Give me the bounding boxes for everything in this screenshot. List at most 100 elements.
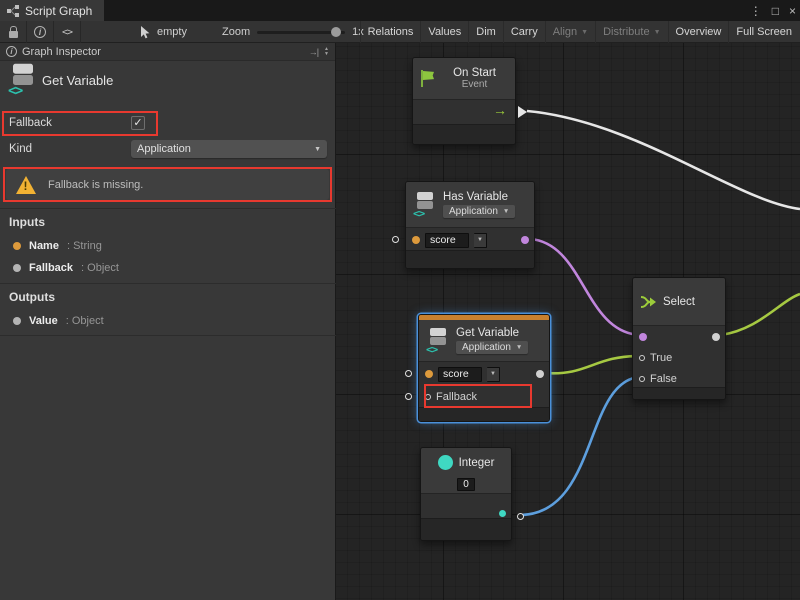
variable-name-dropdown[interactable]: ▼ bbox=[474, 233, 487, 248]
node-title: Has Variable bbox=[443, 191, 515, 203]
chevron-down-icon: ▼ bbox=[654, 29, 661, 36]
dim-button[interactable]: Dim bbox=[468, 21, 503, 43]
wire-on-start bbox=[527, 111, 800, 209]
false-input-port[interactable] bbox=[639, 376, 645, 382]
graph-inspector-header: i Graph Inspector →| ▲▼ bbox=[0, 43, 335, 61]
full-screen-button[interactable]: Full Screen bbox=[728, 21, 799, 43]
node-select[interactable]: Select True False bbox=[632, 277, 726, 400]
select-icon bbox=[640, 294, 657, 310]
distribute-button[interactable]: Distribute▼ bbox=[595, 21, 667, 43]
toolbar-buttons: Relations Values Dim Carry Align▼ Distri… bbox=[360, 21, 799, 43]
string-port-icon bbox=[13, 242, 21, 250]
inspector-toggle-button[interactable]: i bbox=[27, 21, 54, 43]
flow-output-port[interactable] bbox=[518, 106, 527, 118]
close-icon[interactable]: × bbox=[789, 4, 796, 18]
true-input-port[interactable] bbox=[639, 355, 645, 361]
chevron-down-icon: ▼ bbox=[581, 29, 588, 36]
variable-unit-icon: <> bbox=[8, 64, 38, 97]
zoom-slider-knob[interactable] bbox=[331, 27, 341, 37]
object-port-icon bbox=[13, 317, 21, 325]
selection-output-port[interactable] bbox=[712, 333, 720, 341]
variable-name-field[interactable]: score bbox=[438, 367, 482, 382]
info-icon: i bbox=[6, 46, 17, 57]
kind-dropdown-value: Application bbox=[137, 143, 191, 155]
maximize-icon[interactable]: □ bbox=[772, 4, 779, 18]
flag-icon bbox=[420, 70, 435, 87]
fallback-setting-row: Fallback ✓ bbox=[0, 111, 336, 135]
bool-output-port[interactable] bbox=[521, 236, 529, 244]
kind-setting-label: Kind bbox=[9, 143, 32, 155]
wire-get-variable-select bbox=[545, 356, 639, 373]
zoom-slider[interactable] bbox=[257, 31, 345, 34]
name-input-port[interactable] bbox=[425, 370, 433, 378]
scope-dropdown[interactable]: Application ▼ bbox=[443, 205, 515, 218]
node-on-start[interactable]: On Start Event → bbox=[412, 57, 516, 145]
fallback-setting-label: Fallback bbox=[9, 117, 52, 129]
scope-dropdown[interactable]: Application ▼ bbox=[456, 341, 528, 354]
condition-input-port[interactable] bbox=[639, 333, 647, 341]
align-button[interactable]: Align▼ bbox=[545, 21, 595, 43]
scroll-arrows-icon[interactable]: ▲▼ bbox=[324, 47, 329, 57]
external-input-port[interactable] bbox=[405, 393, 412, 400]
wire-select-out bbox=[721, 294, 800, 335]
info-icon: i bbox=[34, 26, 46, 38]
graph-inspector-panel: i Graph Inspector →| ▲▼ <> Get Variable … bbox=[0, 43, 336, 600]
code-icon: <> bbox=[62, 27, 72, 38]
node-has-variable[interactable]: <> Has Variable Application ▼ score ▼ bbox=[405, 181, 535, 269]
tab-label: Script Graph bbox=[25, 4, 92, 18]
script-graph-icon bbox=[7, 5, 19, 17]
integer-icon bbox=[438, 455, 453, 470]
external-input-port[interactable] bbox=[392, 236, 399, 243]
external-output-port[interactable] bbox=[517, 513, 524, 520]
fallback-input-port[interactable] bbox=[425, 394, 431, 400]
integer-output-port[interactable] bbox=[499, 510, 506, 517]
output-row-value: Value : Object bbox=[13, 312, 104, 330]
relations-button[interactable]: Relations bbox=[360, 21, 421, 43]
variable-node-icon: <> bbox=[426, 328, 450, 354]
variable-name-field[interactable]: score bbox=[425, 233, 469, 248]
external-input-port[interactable] bbox=[405, 370, 412, 377]
true-port-label: True bbox=[650, 352, 672, 364]
flow-out-arrow-icon: → bbox=[493, 102, 507, 118]
false-port-label: False bbox=[650, 373, 677, 385]
inspector-unit-title: Get Variable bbox=[42, 73, 113, 88]
outputs-header: Outputs bbox=[9, 290, 55, 304]
window-menu-icon[interactable]: ⋮ bbox=[750, 4, 762, 18]
fallback-port-label: Fallback bbox=[436, 391, 477, 403]
wires-layer bbox=[336, 43, 800, 600]
dock-icon[interactable]: →| bbox=[309, 47, 318, 57]
chevron-down-icon: ▼ bbox=[503, 208, 509, 215]
lock-button[interactable] bbox=[0, 21, 27, 43]
graph-toolbar: i <> empty Zoom 1x Relations Values Dim … bbox=[0, 21, 800, 43]
title-bar: Script Graph ⋮ □ × bbox=[0, 0, 800, 21]
kind-dropdown[interactable]: Application ▼ bbox=[131, 140, 327, 158]
values-button[interactable]: Values bbox=[420, 21, 468, 43]
inputs-header: Inputs bbox=[9, 215, 45, 229]
kind-setting-row: Kind Application ▼ bbox=[0, 139, 336, 161]
node-subtitle: Event bbox=[441, 79, 508, 90]
variable-name-dropdown[interactable]: ▼ bbox=[487, 367, 500, 382]
integer-value-field[interactable]: 0 bbox=[457, 478, 475, 491]
tab-script-graph[interactable]: Script Graph bbox=[0, 0, 104, 21]
node-integer[interactable]: Integer 0 bbox=[420, 447, 512, 541]
warning-box: ! Fallback is missing. bbox=[6, 169, 329, 200]
name-input-port[interactable] bbox=[412, 236, 420, 244]
warning-text: Fallback is missing. bbox=[48, 179, 143, 191]
chevron-down-icon: ▼ bbox=[314, 146, 321, 153]
node-get-variable[interactable]: <> Get Variable Application ▼ score ▼ Fa… bbox=[418, 314, 550, 422]
fallback-checkbox[interactable]: ✓ bbox=[131, 116, 145, 130]
carry-button[interactable]: Carry bbox=[503, 21, 545, 43]
value-output-port[interactable] bbox=[536, 370, 544, 378]
graph-inspector-title: Graph Inspector bbox=[22, 46, 101, 58]
overview-button[interactable]: Overview bbox=[668, 21, 729, 43]
code-preview-button[interactable]: <> bbox=[54, 21, 81, 43]
input-row-fallback: Fallback : Object bbox=[13, 259, 119, 277]
zoom-label: Zoom bbox=[222, 26, 250, 38]
graph-canvas[interactable]: On Start Event → <> Has Variable Applica… bbox=[336, 43, 800, 600]
selection-label: empty bbox=[157, 26, 187, 38]
node-title: Get Variable bbox=[456, 327, 528, 339]
variable-accent-bar bbox=[419, 315, 549, 320]
object-port-icon bbox=[13, 264, 21, 272]
node-title: On Start bbox=[441, 67, 508, 79]
node-title: Integer bbox=[459, 457, 495, 469]
